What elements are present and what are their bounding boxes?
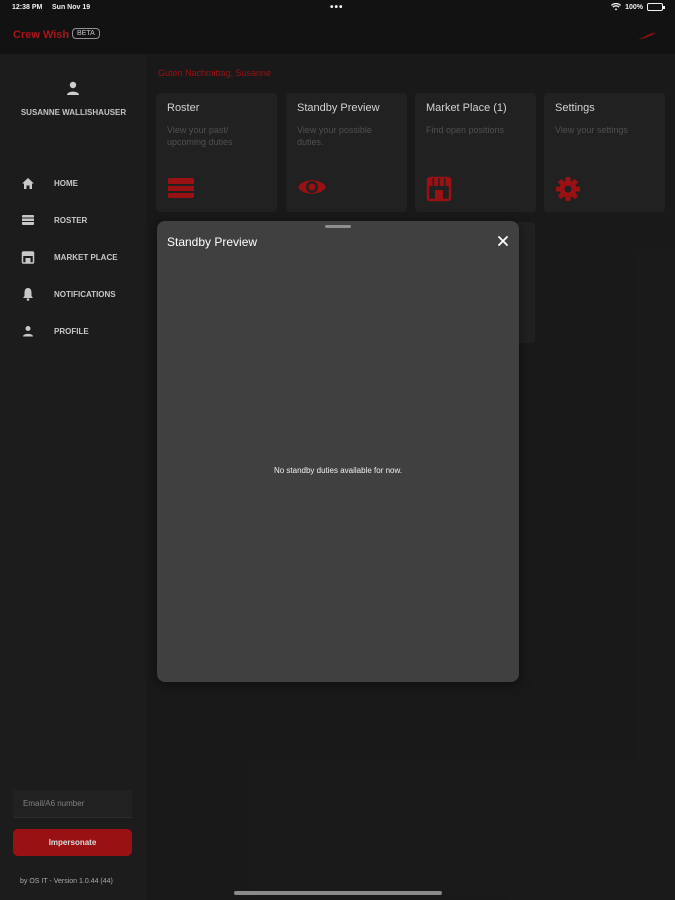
close-icon bbox=[498, 236, 508, 246]
home-indicator[interactable] bbox=[234, 891, 442, 895]
modal-title: Standby Preview bbox=[167, 235, 258, 249]
standby-preview-modal: Standby Preview No standby duties availa… bbox=[157, 221, 519, 682]
drag-handle[interactable] bbox=[325, 225, 351, 228]
close-button[interactable] bbox=[496, 234, 510, 248]
empty-state-message: No standby duties available for now. bbox=[273, 466, 403, 475]
